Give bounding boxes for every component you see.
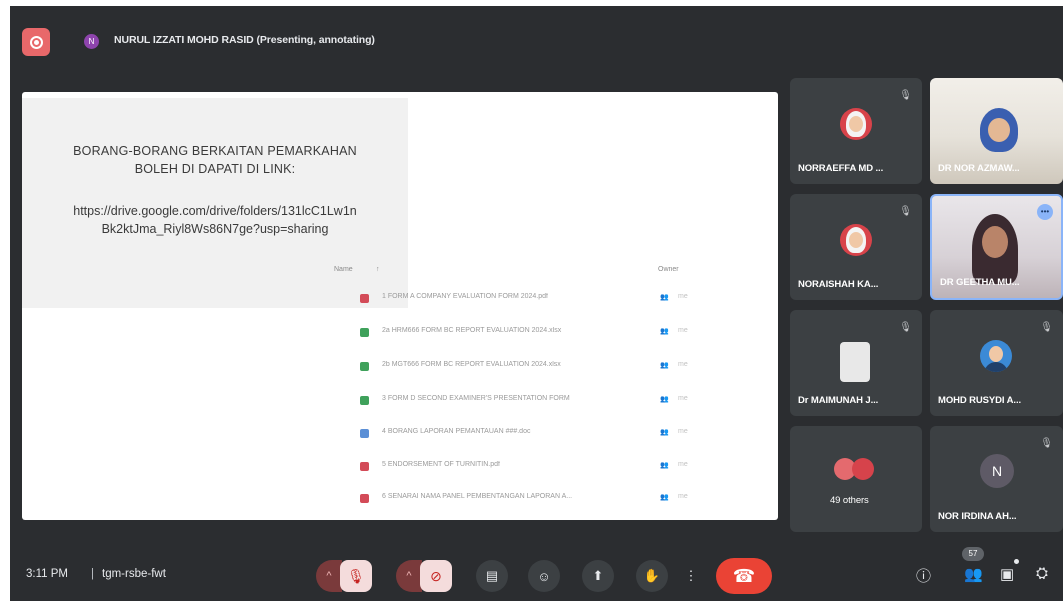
sort-arrow-icon: ↑ <box>376 266 380 273</box>
people-icon[interactable]: 👥 <box>964 565 983 583</box>
participant-tile-speaking[interactable]: ••• DR GEETHA MU... <box>930 194 1063 300</box>
shared-screen: BORANG-BORANG BERKAITAN PEMARKAHAN BOLEH… <box>22 92 778 520</box>
file-row: 5 ENDORSEMENT OF TURNITIN.pdf 👥 me <box>360 458 770 478</box>
file-owner: me <box>678 461 688 468</box>
mic-off-icon: 🎙 <box>899 206 912 217</box>
file-name: 3 FORM D SECOND EXAMINER'S PRESENTATION … <box>382 395 570 402</box>
file-row: 2a HRM666 FORM BC REPORT EVALUATION 2024… <box>360 324 770 344</box>
mic-off-icon: 🎙 <box>1040 322 1053 333</box>
presenter-label: NURUL IZZATI MOHD RASID (Presenting, ann… <box>114 34 375 46</box>
participant-tile[interactable]: DR NOR AZMAW... <box>930 78 1063 184</box>
pdf-file-icon <box>360 462 369 471</box>
participant-name: DR GEETHA MU... <box>940 277 1020 288</box>
chat-icon[interactable]: ▣ <box>1000 565 1014 583</box>
pdf-file-icon <box>360 294 369 303</box>
note-link: https://drive.google.com/drive/folders/1… <box>73 204 357 236</box>
sheet-file-icon <box>360 396 369 405</box>
file-owner: me <box>678 327 688 334</box>
mic-off-icon: 🎙 <box>899 322 912 333</box>
file-owner: me <box>678 428 688 435</box>
note-title: BORANG-BORANG BERKAITAN PEMARKAHAN BOLEH… <box>73 144 357 176</box>
col-name-header: Name <box>334 266 353 273</box>
file-name: 2b MGT666 FORM BC REPORT EVALUATION 2024… <box>382 361 561 368</box>
participant-name: NORRAEFFA MD ... <box>798 163 884 174</box>
meeting-code: tgm-rsbe-fwt <box>102 568 166 580</box>
drive-file-list: Name ↑ Owner 1 FORM A COMPANY EVALUATION… <box>332 260 778 520</box>
participant-name: Dr MAIMUNAH J... <box>798 395 879 406</box>
mic-options-chevron-up-icon[interactable]: ^ <box>316 560 342 592</box>
participant-name: NOR IRDINA AH... <box>938 511 1017 522</box>
presenter-avatar: N <box>84 34 99 49</box>
pdf-file-icon <box>360 494 369 503</box>
camera-off-button[interactable]: ⊘ <box>420 560 452 592</box>
avatar <box>840 224 872 256</box>
file-name: 6 SENARAI NAMA PANEL PEMBENTANGAN LAPORA… <box>382 493 573 500</box>
shared-icon: 👥 <box>660 462 669 469</box>
file-row: 6 SENARAI NAMA PANEL PEMBENTANGAN LAPORA… <box>360 490 770 510</box>
file-owner: me <box>678 493 688 500</box>
separator: | <box>91 568 94 580</box>
mic-off-icon: 🎙 <box>1040 438 1053 449</box>
chat-notification-dot <box>1014 559 1019 564</box>
participant-count-badge: 57 <box>962 547 984 561</box>
present-button[interactable]: ⬆ <box>582 560 614 592</box>
shared-icon: 👥 <box>660 494 669 501</box>
others-count: 49 others <box>830 495 869 506</box>
file-row: 1 FORM A COMPANY EVALUATION FORM 2024.pd… <box>360 290 770 310</box>
participant-tile[interactable]: 🎙 MOHD RUSYDI A... <box>930 310 1063 416</box>
col-owner-header: Owner <box>658 266 679 273</box>
file-owner: me <box>678 395 688 402</box>
file-name: 1 FORM A COMPANY EVALUATION FORM 2024.pd… <box>382 293 548 300</box>
participant-name: NORAISHAH KA... <box>798 279 879 290</box>
speaking-indicator-icon: ••• <box>1037 204 1053 220</box>
shared-icon: 👥 <box>660 294 669 301</box>
recording-icon[interactable] <box>22 28 50 56</box>
others-tile[interactable]: 49 others <box>790 426 922 532</box>
shared-icon: 👥 <box>660 396 669 403</box>
camera-options-chevron-up-icon[interactable]: ^ <box>396 560 422 592</box>
file-name: 4 BORANG LAPORAN PEMANTAUAN ###.doc <box>382 428 531 435</box>
doc-file-icon <box>360 429 369 438</box>
file-row: 3 FORM D SECOND EXAMINER'S PRESENTATION … <box>360 392 770 412</box>
mic-off-button[interactable]: 🎙 <box>340 560 372 592</box>
avatar <box>980 340 1012 372</box>
more-options-button[interactable]: ⋮ <box>682 560 700 592</box>
emoji-button[interactable]: ☺ <box>528 560 560 592</box>
participant-tile[interactable]: 🎙 N NOR IRDINA AH... <box>930 426 1063 532</box>
shared-icon: 👥 <box>660 429 669 436</box>
info-icon[interactable]: ⓘ <box>916 565 931 586</box>
sheet-file-icon <box>360 362 369 371</box>
participant-name: DR NOR AZMAW... <box>938 163 1020 174</box>
shared-icon: 👥 <box>660 328 669 335</box>
participant-name: MOHD RUSYDI A... <box>938 395 1022 406</box>
avatar <box>840 108 872 140</box>
participant-tile[interactable]: 🎙 NORRAEFFA MD ... <box>790 78 922 184</box>
file-name: 2a HRM666 FORM BC REPORT EVALUATION 2024… <box>382 327 562 334</box>
avatar: N <box>980 454 1014 488</box>
file-owner: me <box>678 361 688 368</box>
activities-icon[interactable]: ⛭ <box>1036 565 1048 582</box>
participant-tile[interactable]: 🎙 NORAISHAH KA... <box>790 194 922 300</box>
file-row: 4 BORANG LAPORAN PEMANTAUAN ###.doc 👥 me <box>360 425 770 445</box>
mic-off-icon: 🎙 <box>899 90 912 101</box>
participant-face <box>988 118 1010 142</box>
avatar <box>852 458 874 480</box>
end-call-button[interactable]: ☎ <box>716 558 772 594</box>
raise-hand-button[interactable]: ✋ <box>636 560 668 592</box>
file-owner: me <box>678 293 688 300</box>
file-name: 5 ENDORSEMENT OF TURNITIN.pdf <box>382 461 500 468</box>
captions-button[interactable]: ▤ <box>476 560 508 592</box>
file-row: 2b MGT666 FORM BC REPORT EVALUATION 2024… <box>360 358 770 378</box>
participant-face <box>982 226 1008 258</box>
avatar <box>840 342 870 382</box>
meeting-time: 3:11 PM <box>26 568 68 580</box>
shared-icon: 👥 <box>660 362 669 369</box>
participant-tile[interactable]: 🎙 Dr MAIMUNAH J... <box>790 310 922 416</box>
sheet-file-icon <box>360 328 369 337</box>
meet-window: N NURUL IZZATI MOHD RASID (Presenting, a… <box>10 6 1063 601</box>
